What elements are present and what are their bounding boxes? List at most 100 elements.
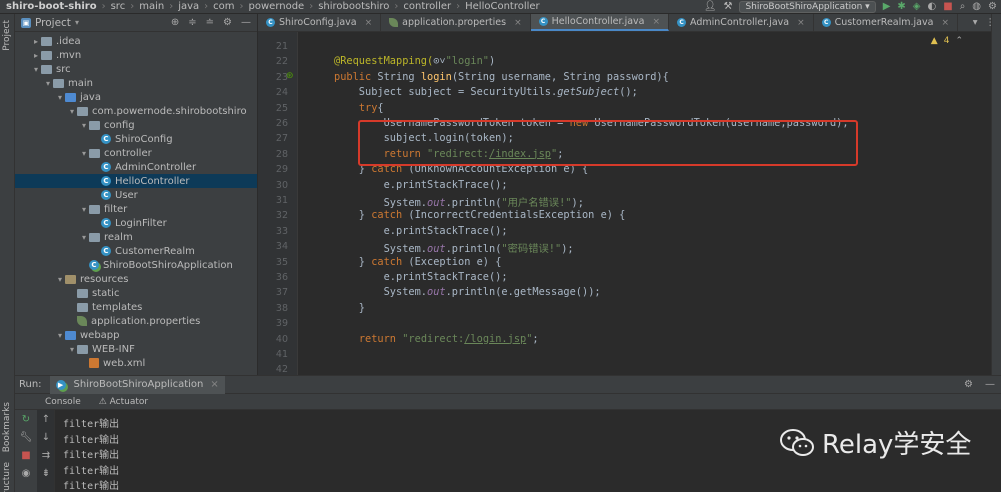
tree-item[interactable]: C User — [15, 188, 257, 202]
tree-item[interactable]: C HelloController — [15, 174, 257, 188]
tree-item[interactable]: C AdminController — [15, 160, 257, 174]
bookmarks-tool-button[interactable]: Bookmarks — [2, 402, 12, 452]
soft-wrap-icon[interactable]: ⇉ — [39, 450, 53, 461]
chevron-up-icon[interactable]: ⌃ — [955, 36, 963, 46]
project-tool-button[interactable]: Project — [2, 20, 12, 51]
editor-tab[interactable]: C AdminController.java × — [669, 14, 814, 31]
tree-item[interactable]: ▸ .mvn — [15, 48, 257, 62]
chevron-down-icon[interactable]: ▾ — [79, 233, 89, 242]
tree-item[interactable]: ▾ com.powernode.shirobootshiro — [15, 104, 257, 118]
breadcrumb-item[interactable]: main — [139, 1, 164, 12]
chevron-down-icon[interactable]: ▾ — [55, 275, 65, 284]
camera-icon[interactable]: ◉ — [19, 468, 33, 479]
breadcrumb-item[interactable]: shirobootshiro — [318, 1, 389, 12]
editor-tab[interactable]: C ShiroConfig.java × — [258, 14, 382, 31]
chevron-down-icon[interactable]: ▾ — [55, 93, 65, 102]
project-panel-title[interactable]: Project — [35, 17, 71, 29]
tree-item[interactable]: C LoginFilter — [15, 216, 257, 230]
tree-item[interactable]: application.properties — [15, 314, 257, 328]
tree-item[interactable]: templates — [15, 300, 257, 314]
tree-item[interactable]: ▾ filter — [15, 202, 257, 216]
tree-item[interactable]: ▾ config — [15, 118, 257, 132]
breadcrumb-item[interactable]: controller — [403, 1, 451, 12]
chevron-right-icon[interactable]: ▸ — [31, 37, 41, 46]
chevron-down-icon[interactable]: ▾ — [43, 79, 53, 88]
run-config-tab[interactable]: ▶ ShiroBootShiroApplication × — [49, 375, 225, 394]
run-icon[interactable]: ▶ — [883, 1, 891, 13]
code-editor[interactable]: 21 22 23 ⊛ 24 25 26 27 28 29 30 31 32 33 34 35 36 37 38 39 4… — [258, 32, 991, 375]
arrow-up-icon[interactable]: ↑ — [39, 414, 53, 425]
chevron-down-icon[interactable]: ▾ — [55, 331, 65, 340]
settings-icon[interactable]: ⚙ — [964, 379, 973, 390]
tree-item[interactable]: ▾ src — [15, 62, 257, 76]
run-subtab[interactable]: Console — [45, 397, 81, 407]
breadcrumb-item[interactable]: com — [213, 1, 234, 12]
chevron-down-icon[interactable]: ▾ — [79, 205, 89, 214]
code-token: } — [334, 301, 365, 314]
run-subtab[interactable]: ⚠︎ Actuator — [99, 397, 148, 407]
chevron-right-icon[interactable]: ▸ — [31, 51, 41, 60]
tree-item[interactable]: ▾ resources — [15, 272, 257, 286]
run-config-selector[interactable]: ShiroBootShiroApplication ▾ — [739, 1, 876, 13]
debug-icon[interactable]: ✱ — [897, 1, 905, 13]
rerun-icon[interactable]: ↻ — [19, 414, 33, 425]
tree-item[interactable]: ▾ controller — [15, 146, 257, 160]
collapse-all-icon[interactable]: ≑ — [188, 17, 196, 28]
breadcrumb-item[interactable]: java — [178, 1, 199, 12]
breadcrumb-item[interactable]: src — [111, 1, 126, 12]
editor-tab[interactable]: C HelloController.java × — [530, 14, 670, 31]
wrench-icon[interactable]: 🔧︎ — [19, 432, 33, 443]
breadcrumb-item[interactable]: powernode — [249, 1, 305, 12]
tree-item[interactable]: ▾ java — [15, 90, 257, 104]
search-icon[interactable]: ⌕ — [960, 1, 966, 13]
stop-icon[interactable]: ■ — [943, 1, 952, 13]
arrow-down-icon[interactable]: ↓ — [39, 432, 53, 443]
profile-icon[interactable]: ◐ — [928, 1, 937, 13]
hide-icon[interactable]: — — [241, 17, 251, 28]
tree-item[interactable]: ▾ realm — [15, 230, 257, 244]
close-icon[interactable]: × — [365, 18, 373, 28]
stop-icon[interactable]: ■ — [19, 450, 33, 461]
spring-mapping-gutter-icon[interactable]: ⊛ — [286, 71, 294, 81]
chevron-down-icon[interactable]: ▾ — [75, 18, 79, 27]
inspection-widget[interactable]: ▲ 4 ⌃ — [931, 36, 963, 46]
editor-tab[interactable]: C CustomerRealm.java × — [814, 14, 958, 31]
build-hammer-icon[interactable]: ⚒ — [724, 1, 733, 13]
coverage-icon[interactable]: ◈ — [913, 1, 921, 13]
class-icon: C — [821, 18, 831, 27]
user-icon[interactable]: 👤︎ — [704, 1, 717, 13]
close-icon[interactable]: × — [652, 17, 660, 27]
tree-item[interactable]: ▾ main — [15, 76, 257, 90]
chevron-down-icon[interactable]: ▾ — [973, 17, 978, 28]
locate-icon[interactable]: ⊕ — [171, 17, 179, 28]
tree-item[interactable]: web.xml — [15, 356, 257, 370]
tree-item[interactable]: static — [15, 286, 257, 300]
close-icon[interactable]: × — [797, 18, 805, 28]
breadcrumb-item[interactable]: shiro-boot-shiro — [6, 1, 97, 12]
chevron-down-icon[interactable]: ▾ — [79, 149, 89, 158]
update-icon[interactable]: ◍ — [972, 1, 981, 13]
tree-item[interactable]: C CustomerRealm — [15, 244, 257, 258]
close-icon[interactable]: × — [941, 18, 949, 28]
expand-all-icon[interactable]: ≐ — [206, 17, 214, 28]
tree-item[interactable]: C ShiroConfig — [15, 132, 257, 146]
chevron-down-icon[interactable]: ▾ — [79, 121, 89, 130]
editor-tab[interactable]: application.properties × — [381, 14, 531, 31]
tree-item[interactable]: ▾ webapp — [15, 328, 257, 342]
structure-tool-button[interactable]: Structure — [2, 462, 12, 492]
ide-settings-icon[interactable]: ⚙ — [988, 1, 997, 13]
code-token: public — [334, 70, 378, 83]
hide-icon[interactable]: — — [985, 379, 995, 390]
settings-icon[interactable]: ⚙ — [223, 17, 232, 28]
chevron-down-icon[interactable]: ▾ — [31, 65, 41, 74]
line-number: 28 — [275, 148, 288, 160]
close-icon[interactable]: × — [514, 18, 522, 28]
tree-item[interactable]: C ShiroBootShiroApplication — [15, 258, 257, 272]
breadcrumb-item[interactable]: HelloController — [465, 1, 540, 12]
scroll-to-end-icon[interactable]: ⇟ — [39, 468, 53, 479]
chevron-down-icon[interactable]: ▾ — [67, 345, 77, 354]
chevron-down-icon[interactable]: ▾ — [67, 107, 77, 116]
close-icon[interactable]: × — [210, 379, 218, 390]
tree-item[interactable]: ▾ WEB-INF — [15, 342, 257, 356]
tree-item[interactable]: ▸ .idea — [15, 34, 257, 48]
